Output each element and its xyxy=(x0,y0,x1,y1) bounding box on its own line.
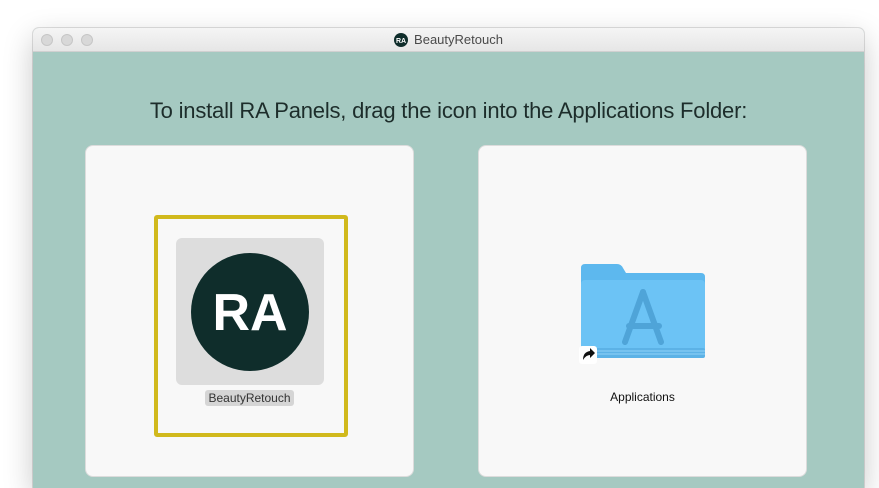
app-panel: RA BeautyRetouch xyxy=(85,145,414,477)
install-instruction: To install RA Panels, drag the icon into… xyxy=(149,98,748,123)
title-bar[interactable]: RA BeautyRetouch xyxy=(33,28,864,52)
app-icon-tile[interactable]: RA xyxy=(176,238,324,385)
alias-arrow-icon xyxy=(579,346,597,364)
svg-text:RA: RA xyxy=(212,284,287,342)
applications-folder[interactable] xyxy=(579,262,709,372)
window-title-group: RA BeautyRetouch xyxy=(33,28,864,51)
applications-folder-icon xyxy=(579,264,705,364)
svg-text:RA: RA xyxy=(396,38,406,45)
app-label-wrap: BeautyRetouch xyxy=(86,389,413,407)
ra-logo-icon: RA xyxy=(191,252,309,371)
app-label[interactable]: BeautyRetouch xyxy=(205,390,294,406)
window-title: BeautyRetouch xyxy=(414,32,503,47)
ra-logo-small-icon: RA xyxy=(394,32,409,47)
installer-window: RA BeautyRetouch To install RA Panels, d… xyxy=(33,28,864,488)
applications-label[interactable]: Applications xyxy=(479,390,806,404)
applications-panel: Applications xyxy=(478,145,807,477)
